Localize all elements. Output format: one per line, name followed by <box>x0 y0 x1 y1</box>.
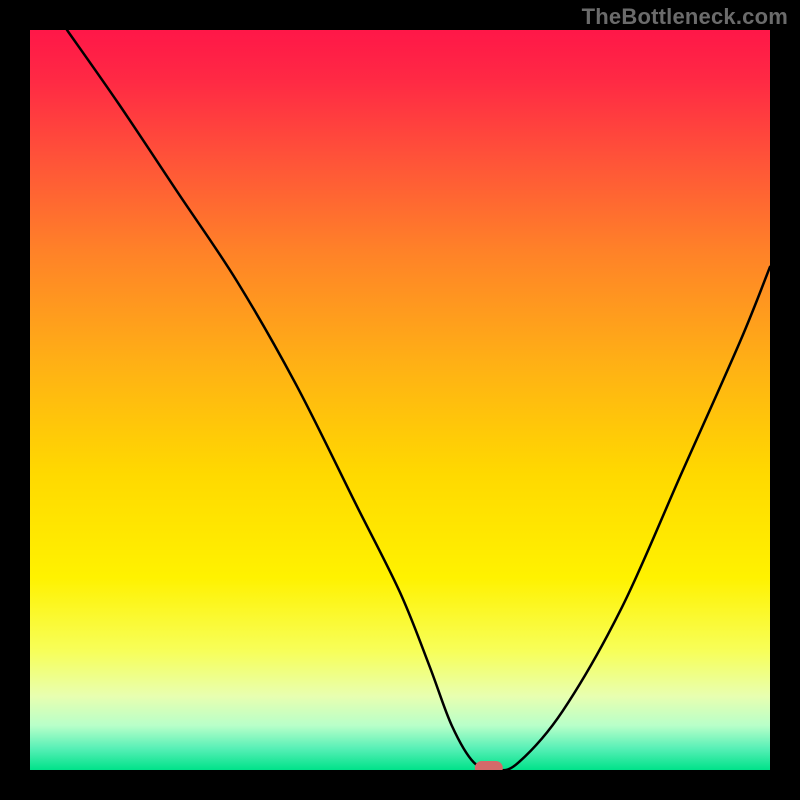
plot-area <box>30 30 770 770</box>
chart-frame: TheBottleneck.com <box>0 0 800 800</box>
bottleneck-chart <box>30 30 770 770</box>
optimal-marker <box>475 761 503 770</box>
gradient-background <box>30 30 770 770</box>
watermark-text: TheBottleneck.com <box>582 4 788 30</box>
